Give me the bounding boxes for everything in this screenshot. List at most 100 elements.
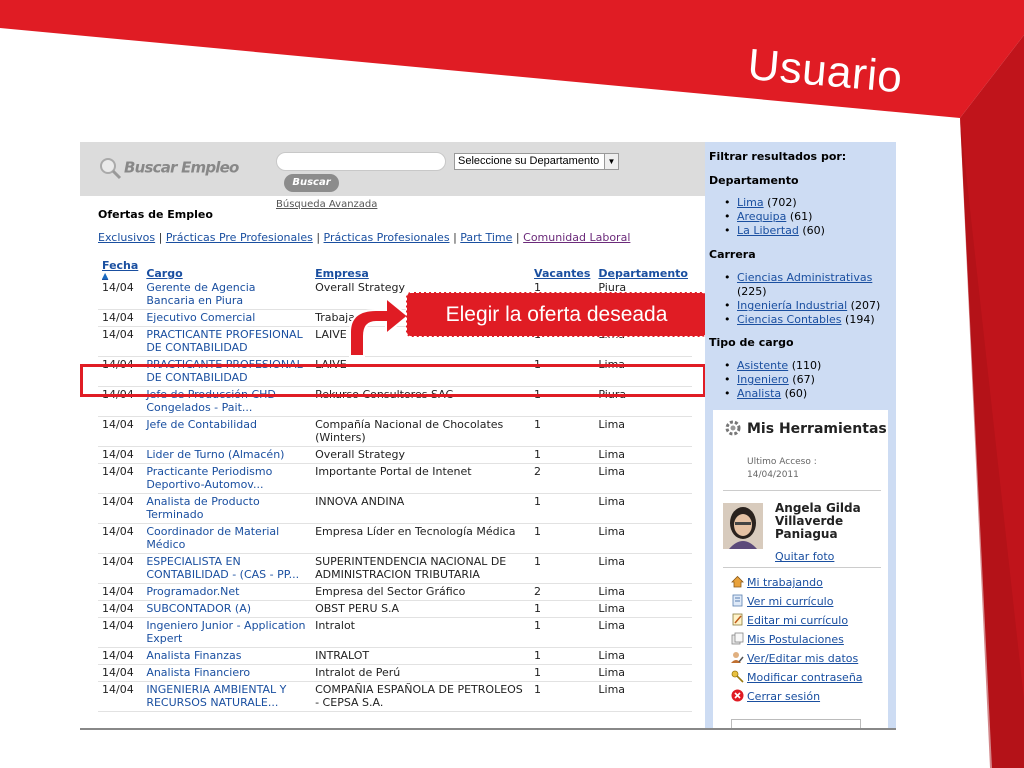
row-fecha: 14/04 <box>98 617 143 648</box>
filter-link-arequipa[interactable]: Arequipa <box>737 210 786 223</box>
row-empresa: Compañía Nacional de Chocolates (Winters… <box>311 416 531 447</box>
tools-list: Mi trabajando Ver mi currículo Editar mi… <box>731 575 863 708</box>
row-cargo[interactable]: Practicante Periodismo Deportivo-Automov… <box>142 463 312 494</box>
tool-link-editar-curriculo[interactable]: Editar mi currículo <box>747 614 848 627</box>
row-empresa: INTRALOT <box>311 647 531 665</box>
column-header-departamento[interactable]: Departamento <box>594 258 692 280</box>
row-departamento: Lima <box>594 446 692 464</box>
category-link-comunidad[interactable]: Comunidad Laboral <box>523 231 630 244</box>
row-vacantes: 1 <box>530 446 595 464</box>
tool-link-modificar-contrasena[interactable]: Modificar contraseña <box>747 671 863 684</box>
row-cargo[interactable]: Programador.Net <box>142 583 312 601</box>
table-row[interactable]: 14/04 Jefe de Contabilidad Compañía Nacion… <box>98 416 692 447</box>
filter-list-carrera: Ciencias Administrativas(225) Ingeniería… <box>723 271 880 327</box>
filter-link-lima[interactable]: Lima <box>737 196 764 209</box>
home-icon <box>731 575 744 588</box>
row-fecha: 14/04 <box>98 647 143 665</box>
site-logo[interactable]: Buscar Empleo <box>98 156 239 180</box>
category-link-part-time[interactable]: Part Time <box>460 231 512 244</box>
row-fecha: 14/04 <box>98 280 143 310</box>
filter-item: Lima (702) <box>723 196 825 210</box>
table-row[interactable]: 14/04 Ingeniero Junior - Application Expe… <box>98 617 692 648</box>
row-cargo[interactable]: Ejecutivo Comercial <box>142 309 312 327</box>
row-cargo[interactable]: Coordinador de Material Médico <box>142 523 312 554</box>
column-header-vacantes[interactable]: Vacantes <box>530 258 594 280</box>
row-vacantes: 1 <box>530 493 595 524</box>
filter-group-title: Tipo de cargo <box>709 336 794 349</box>
row-cargo[interactable]: Analista Finanzas <box>142 647 312 665</box>
logout-icon <box>731 689 744 702</box>
row-cargo[interactable]: Lider de Turno (Almacén) <box>142 446 312 464</box>
row-vacantes: 1 <box>530 664 595 682</box>
filter-item: Ciencias Contables (194) <box>723 313 880 327</box>
tools-title: Mis Herramientas <box>747 421 887 437</box>
row-cargo[interactable]: PRACTICANTE PROFESIONAL DE CONTABILIDAD <box>142 326 312 357</box>
table-row[interactable]: 14/04 Programador.Net Empresa del Sector G… <box>98 583 692 601</box>
column-header-fecha[interactable]: Fecha ▲ <box>98 258 142 280</box>
remove-photo-link[interactable]: Quitar foto <box>775 550 834 563</box>
documents-icon <box>731 632 744 645</box>
user-name: Angela Gilda Villaverde Paniagua <box>775 501 861 541</box>
department-select[interactable]: Seleccione su Departamento ▼ <box>454 153 619 170</box>
tool-link-mis-postulaciones[interactable]: Mis Postulaciones <box>747 633 844 646</box>
filter-link-analista[interactable]: Analista <box>737 387 781 400</box>
table-row[interactable]: 14/04 ESPECIALISTA EN CONTABILIDAD - (CAS… <box>98 553 692 584</box>
row-cargo[interactable]: SUBCONTADOR (A) <box>142 600 312 618</box>
search-input[interactable] <box>276 152 446 171</box>
row-cargo[interactable]: INGENIERIA AMBIENTAL Y RECURSOS NATURALE… <box>142 681 312 712</box>
search-button[interactable]: Buscar <box>284 174 339 192</box>
row-departamento: Lima <box>594 664 692 682</box>
row-fecha: 14/04 <box>98 493 143 524</box>
table-row[interactable]: 14/04 Practicante Periodismo Deportivo-Au… <box>98 463 692 494</box>
row-cargo[interactable]: Ingeniero Junior - Application Expert <box>142 617 312 648</box>
filter-link-ciencias-administrativas[interactable]: Ciencias Administrativas <box>737 271 872 284</box>
tool-item: Modificar contraseña <box>731 670 863 689</box>
filter-group-title: Carrera <box>709 248 756 261</box>
tool-link-cerrar-sesion[interactable]: Cerrar sesión <box>747 690 820 703</box>
row-vacantes: 1 <box>530 553 595 584</box>
filter-link-ingenieria-industrial[interactable]: Ingeniería Industrial <box>737 299 847 312</box>
row-cargo[interactable]: ESPECIALISTA EN CONTABILIDAD - (CAS - PP… <box>142 553 312 584</box>
document-icon <box>732 594 743 607</box>
table-row[interactable]: 14/04 Analista Financiero Intralot de Perú… <box>98 664 692 682</box>
row-departamento: Lima <box>594 553 692 584</box>
tool-link-editar-datos[interactable]: Ver/Editar mis datos <box>747 652 858 665</box>
table-row[interactable]: 14/04 INGENIERIA AMBIENTAL Y RECURSOS NAT… <box>98 681 692 712</box>
tool-link-ver-curriculo[interactable]: Ver mi currículo <box>747 595 833 608</box>
row-fecha: 14/04 <box>98 681 143 712</box>
advanced-search-link[interactable]: Búsqueda Avanzada <box>276 199 377 210</box>
row-fecha: 14/04 <box>98 583 143 601</box>
filter-link-ciencias-contables[interactable]: Ciencias Contables <box>737 313 842 326</box>
table-row[interactable]: 14/04 Analista de Producto Terminado INNOV… <box>98 493 692 524</box>
filter-link-ingeniero[interactable]: Ingeniero <box>737 373 789 386</box>
table-row[interactable]: 14/04 Analista Finanzas INTRALOT 1 Lima <box>98 647 692 665</box>
table-row[interactable]: 14/04 Coordinador de Material Médico Empre… <box>98 523 692 554</box>
row-vacantes: 2 <box>530 583 595 601</box>
offers-title: Ofertas de Empleo <box>98 208 213 221</box>
row-fecha: 14/04 <box>98 523 143 554</box>
filter-list-departamento: Lima (702) Arequipa (61) La Libertad (60… <box>723 196 825 238</box>
column-header-empresa[interactable]: Empresa <box>311 258 530 280</box>
row-cargo[interactable]: Gerente de Agencia Bancaria en Piura <box>142 280 312 310</box>
category-link-practicas-pro[interactable]: Prácticas Profesionales <box>324 231 450 244</box>
row-cargo[interactable]: Jefe de Contabilidad <box>142 416 312 447</box>
sort-ascending-icon: ▲ <box>102 271 109 280</box>
row-vacantes: 1 <box>530 617 595 648</box>
row-cargo[interactable]: Analista de Producto Terminado <box>142 493 312 524</box>
table-row[interactable]: 14/04 Lider de Turno (Almacén) Overall Str… <box>98 446 692 464</box>
row-departamento: Lima <box>594 463 692 494</box>
category-link-exclusivos[interactable]: Exclusivos <box>98 231 155 244</box>
tool-link-mi-trabajando[interactable]: Mi trabajando <box>747 576 823 589</box>
row-vacantes: 1 <box>530 523 595 554</box>
category-link-practicas-pre[interactable]: Prácticas Pre Profesionales <box>166 231 313 244</box>
row-fecha: 14/04 <box>98 446 143 464</box>
filter-link-asistente[interactable]: Asistente <box>737 359 788 372</box>
column-header-cargo[interactable]: Cargo <box>142 258 311 280</box>
table-row[interactable]: 14/04 SUBCONTADOR (A) OBST PERU S.A 1 Lima <box>98 600 692 618</box>
row-departamento: Lima <box>594 416 692 447</box>
row-empresa: OBST PERU S.A <box>311 600 531 618</box>
tool-item: Mis Postulaciones <box>731 632 863 651</box>
filter-link-la-libertad[interactable]: La Libertad <box>737 224 799 237</box>
row-departamento: Lima <box>594 647 692 665</box>
row-cargo[interactable]: Analista Financiero <box>142 664 312 682</box>
